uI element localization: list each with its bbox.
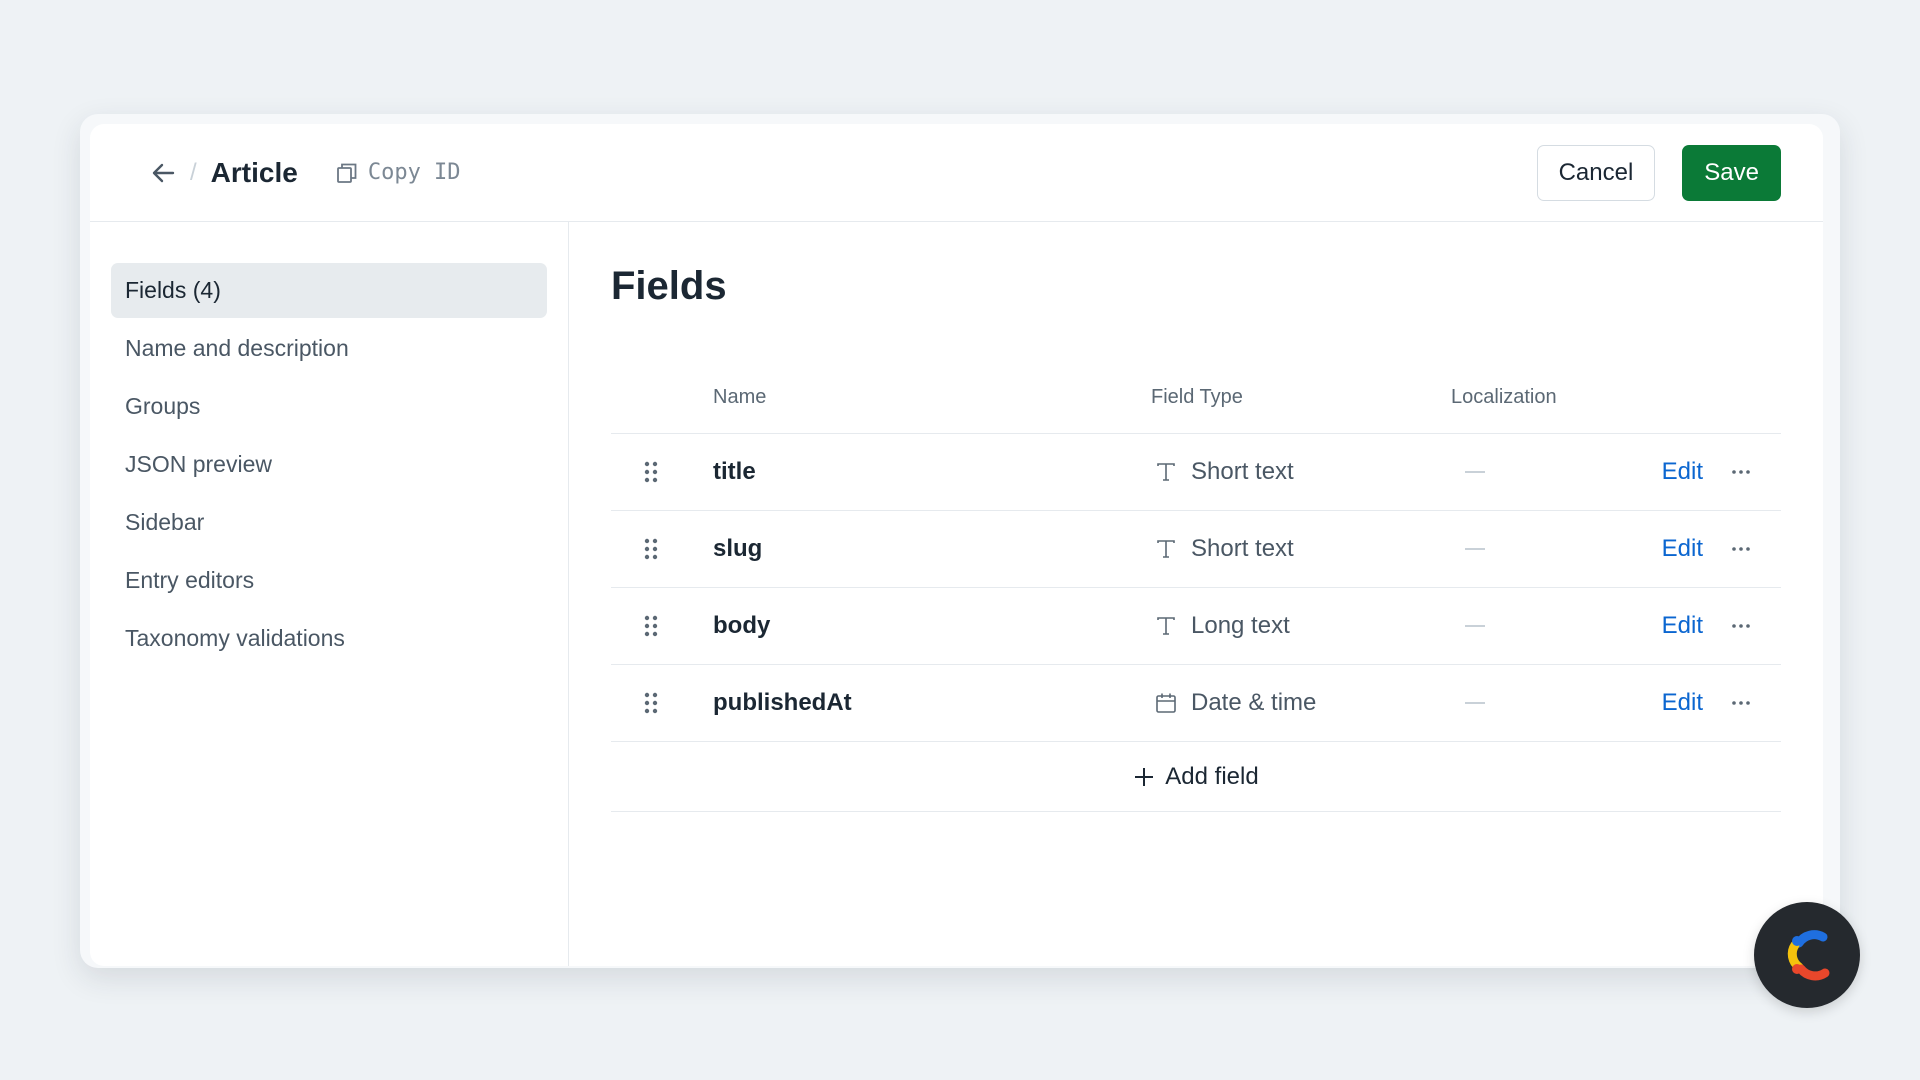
fields-table: Name Field Type Localization title Short…: [611, 362, 1781, 812]
table-row: body Long text Edit: [611, 588, 1781, 665]
copy-icon: [336, 163, 357, 183]
more-horizontal-icon: [1732, 547, 1750, 551]
back-button[interactable]: [146, 156, 180, 190]
main-panel: Fields Name Field Type Localization titl…: [569, 222, 1823, 966]
arrow-left-icon: [152, 163, 175, 182]
copy-id-label: Copy ID: [367, 160, 461, 185]
edit-link[interactable]: Edit: [1662, 535, 1703, 563]
localization-dash: [1465, 625, 1485, 627]
localization-dash: [1465, 548, 1485, 550]
localization-dash: [1465, 702, 1485, 704]
app-launcher-button[interactable]: [1754, 902, 1860, 1008]
more-horizontal-icon: [1732, 624, 1750, 628]
sidebar-item-taxonomy-validations[interactable]: Taxonomy validations: [111, 611, 547, 666]
field-type-label: Short text: [1191, 535, 1294, 562]
edit-link[interactable]: Edit: [1662, 612, 1703, 640]
section-title: Fields: [611, 264, 727, 308]
text-icon: [1151, 462, 1181, 482]
sidebar: Fields (4) Name and description Groups J…: [90, 222, 569, 966]
field-type-label: Date & time: [1191, 689, 1317, 716]
contentful-logo-icon: [1787, 930, 1830, 981]
field-type-label: Short text: [1191, 458, 1294, 485]
calendar-icon: [1151, 692, 1181, 714]
sidebar-item-fields[interactable]: Fields (4): [111, 263, 547, 318]
more-options-button[interactable]: [1731, 700, 1751, 706]
drag-handle-icon: [644, 615, 658, 637]
more-horizontal-icon: [1732, 470, 1750, 474]
drag-handle[interactable]: [611, 538, 713, 560]
table-row: publishedAt Date & time Edit: [611, 665, 1781, 742]
cancel-button[interactable]: Cancel: [1536, 144, 1656, 201]
more-options-button[interactable]: [1731, 623, 1751, 629]
more-horizontal-icon: [1732, 701, 1750, 705]
field-name: publishedAt: [713, 689, 852, 716]
add-field-button[interactable]: Add field: [1133, 762, 1259, 791]
copy-id-button[interactable]: Copy ID: [336, 160, 461, 185]
content-type-editor: / Article Copy ID Cancel Save Fields (4)…: [90, 124, 1823, 966]
edit-link[interactable]: Edit: [1662, 458, 1703, 486]
sidebar-item-groups[interactable]: Groups: [111, 379, 547, 434]
plus-icon: [1135, 767, 1154, 786]
text-icon: [1151, 539, 1181, 559]
column-header-field-type: Field Type: [1151, 386, 1243, 408]
more-options-button[interactable]: [1731, 469, 1751, 475]
column-header-localization: Localization: [1451, 386, 1557, 408]
column-header-name: Name: [713, 386, 767, 408]
sidebar-item-name-description[interactable]: Name and description: [111, 321, 547, 376]
field-type-label: Long text: [1191, 612, 1290, 639]
drag-handle-icon: [644, 692, 658, 714]
drag-handle[interactable]: [611, 692, 713, 714]
table-row: title Short text Edit: [611, 434, 1781, 511]
save-button[interactable]: Save: [1682, 144, 1781, 201]
breadcrumb-separator: /: [190, 158, 197, 186]
add-field-label: Add field: [1165, 762, 1259, 790]
field-name: body: [713, 612, 771, 639]
localization-dash: [1465, 471, 1485, 473]
page-title: Article: [210, 156, 298, 188]
table-header: Name Field Type Localization: [611, 362, 1781, 434]
table-row: slug Short text Edit: [611, 511, 1781, 588]
drag-handle[interactable]: [611, 461, 713, 483]
sidebar-item-entry-editors[interactable]: Entry editors: [111, 553, 547, 608]
sidebar-item-json-preview[interactable]: JSON preview: [111, 437, 547, 492]
header: / Article Copy ID Cancel Save: [90, 124, 1823, 222]
drag-handle-icon: [644, 461, 658, 483]
more-options-button[interactable]: [1731, 546, 1751, 552]
add-field-row: Add field: [611, 742, 1781, 812]
drag-handle[interactable]: [611, 615, 713, 637]
field-name: slug: [713, 535, 763, 562]
edit-link[interactable]: Edit: [1662, 689, 1703, 717]
sidebar-item-sidebar[interactable]: Sidebar: [111, 495, 547, 550]
drag-handle-icon: [644, 538, 658, 560]
field-name: title: [713, 458, 756, 485]
text-icon: [1151, 616, 1181, 636]
